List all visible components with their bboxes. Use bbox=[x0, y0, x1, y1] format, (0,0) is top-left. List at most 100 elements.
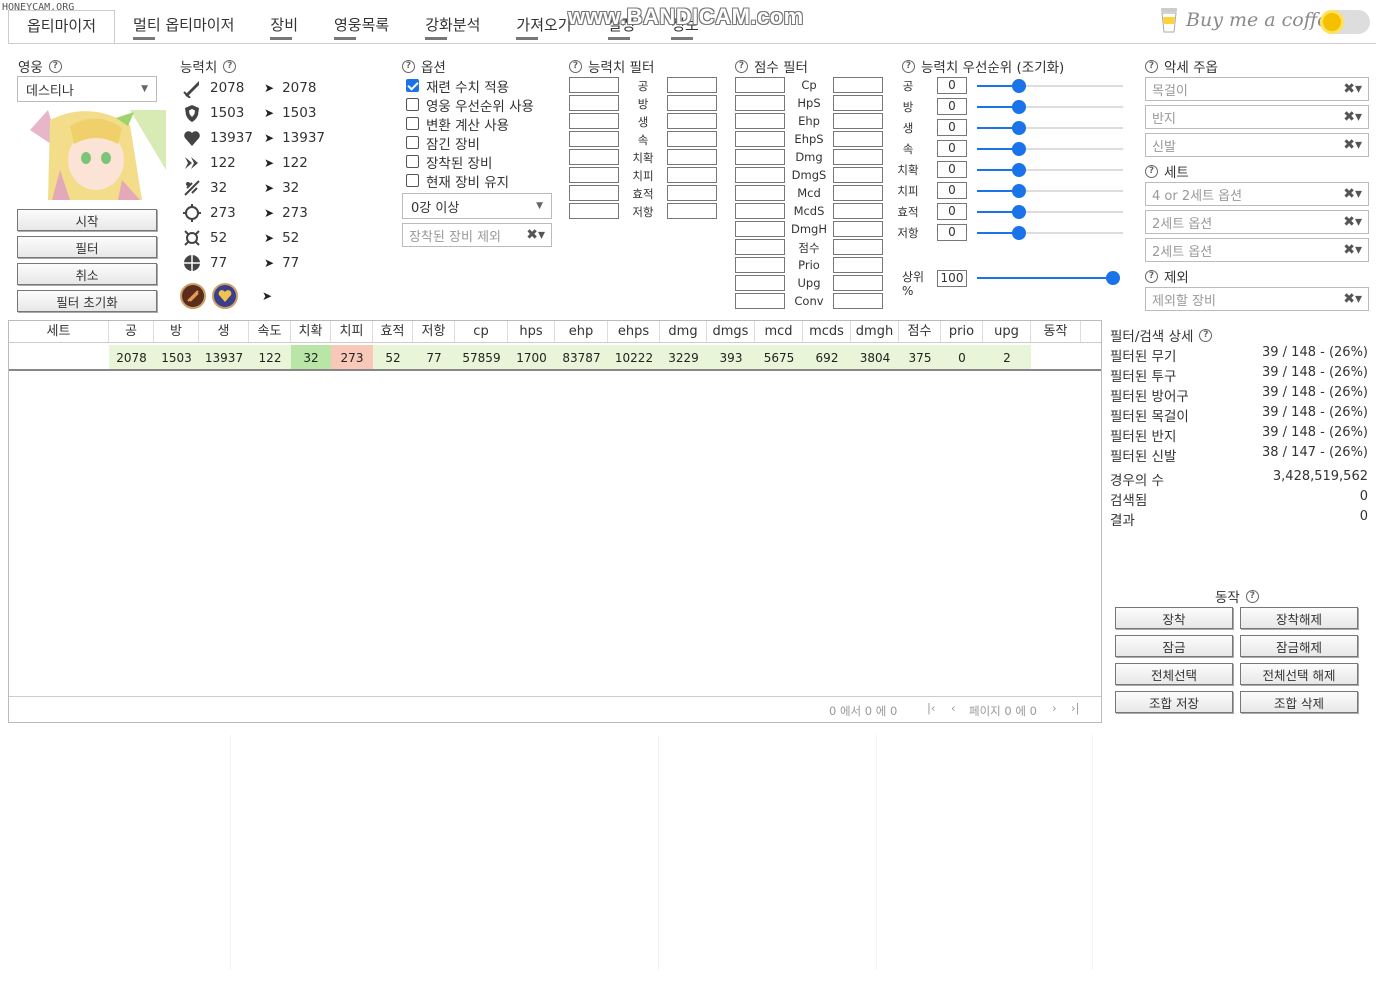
help-icon[interactable]: ? bbox=[735, 59, 748, 73]
column-header[interactable]: ehps bbox=[608, 321, 660, 342]
cancel-button[interactable]: 취소 bbox=[17, 263, 157, 285]
priority-input[interactable]: 0 bbox=[937, 77, 967, 94]
score-filter-max-input[interactable] bbox=[833, 221, 883, 237]
column-header[interactable]: 세트 bbox=[9, 321, 109, 342]
filter-button[interactable]: 필터 bbox=[17, 236, 157, 258]
score-filter-max-input[interactable] bbox=[833, 149, 883, 165]
option-reforge[interactable]: 재련 수치 적용 bbox=[406, 76, 534, 96]
column-header[interactable]: upg bbox=[983, 321, 1031, 342]
priority-input[interactable]: 0 bbox=[937, 203, 967, 220]
slider-handle[interactable] bbox=[1012, 100, 1026, 114]
delete-combo-button[interactable]: 조합 삭제 bbox=[1240, 691, 1358, 713]
option-keep-current[interactable]: 현재 장비 유지 bbox=[406, 171, 534, 191]
stat-filter-min-input[interactable] bbox=[569, 131, 619, 147]
priority-input[interactable]: 0 bbox=[937, 98, 967, 115]
score-filter-max-input[interactable] bbox=[833, 293, 883, 309]
stat-filter-max-input[interactable] bbox=[667, 77, 717, 93]
stat-filter-min-input[interactable] bbox=[569, 185, 619, 201]
exclusive-equipment-icon[interactable] bbox=[212, 283, 238, 309]
help-icon[interactable]: ? bbox=[402, 59, 415, 73]
score-filter-max-input[interactable] bbox=[833, 113, 883, 129]
score-filter-min-input[interactable] bbox=[735, 185, 785, 201]
theme-toggle[interactable] bbox=[1320, 10, 1370, 34]
clear-dropdown-icon[interactable]: ✖▾ bbox=[1343, 109, 1362, 125]
buy-me-a-coffee-link[interactable]: Buy me a coffee bbox=[1158, 6, 1340, 34]
unlock-button[interactable]: 잠금해제 bbox=[1240, 635, 1358, 657]
ring-select[interactable]: 반지 ✖▾ bbox=[1145, 105, 1369, 129]
clear-dropdown-icon[interactable]: ✖▾ bbox=[526, 227, 545, 243]
lock-button[interactable]: 잠금 bbox=[1115, 635, 1233, 657]
priority-slider[interactable] bbox=[977, 163, 1123, 177]
deselect-all-button[interactable]: 전체선택 해제 bbox=[1240, 663, 1358, 685]
tab-heroes[interactable]: 영웅목록 bbox=[316, 10, 407, 44]
stat-filter-min-input[interactable] bbox=[569, 149, 619, 165]
column-header[interactable]: hps bbox=[508, 321, 555, 342]
score-filter-min-input[interactable] bbox=[735, 239, 785, 255]
score-filter-min-input[interactable] bbox=[735, 275, 785, 291]
help-icon[interactable]: ? bbox=[1145, 269, 1158, 283]
column-header[interactable]: dmgh bbox=[851, 321, 899, 342]
column-header[interactable]: dmgs bbox=[707, 321, 755, 342]
stat-filter-max-input[interactable] bbox=[667, 113, 717, 129]
equip-button[interactable]: 장착 bbox=[1115, 607, 1233, 629]
column-header[interactable]: ehp bbox=[555, 321, 608, 342]
help-icon[interactable]: ? bbox=[569, 59, 582, 73]
save-combo-button[interactable]: 조합 저장 bbox=[1115, 691, 1233, 713]
checkbox[interactable] bbox=[406, 136, 419, 149]
artifact-icon[interactable] bbox=[180, 283, 206, 309]
score-filter-max-input[interactable] bbox=[833, 167, 883, 183]
column-header[interactable]: mcds bbox=[803, 321, 851, 342]
score-filter-max-input[interactable] bbox=[833, 95, 883, 111]
necklace-select[interactable]: 목걸이 ✖▾ bbox=[1145, 77, 1369, 101]
score-filter-min-input[interactable] bbox=[735, 113, 785, 129]
checkbox[interactable] bbox=[406, 117, 419, 130]
boots-select[interactable]: 신발 ✖▾ bbox=[1145, 133, 1369, 157]
start-button[interactable]: 시작 bbox=[17, 209, 157, 231]
select-all-button[interactable]: 전체선택 bbox=[1115, 663, 1233, 685]
table-row[interactable]: 2078 1503 13937 122 32 273 52 77 57859 1700 83787 1… bbox=[9, 345, 1101, 371]
score-filter-min-input[interactable] bbox=[735, 149, 785, 165]
priority-input[interactable]: 0 bbox=[937, 224, 967, 241]
help-icon[interactable]: ? bbox=[1245, 589, 1259, 603]
top-percent-input[interactable]: 100 bbox=[937, 270, 967, 287]
column-header[interactable]: 치확 bbox=[291, 321, 331, 342]
score-filter-min-input[interactable] bbox=[735, 95, 785, 111]
next-page-icon[interactable]: › bbox=[1052, 701, 1057, 715]
score-filter-max-input[interactable] bbox=[833, 203, 883, 219]
stat-filter-max-input[interactable] bbox=[667, 131, 717, 147]
score-filter-min-input[interactable] bbox=[735, 77, 785, 93]
clear-dropdown-icon[interactable]: ✖▾ bbox=[1343, 186, 1362, 202]
slider-handle[interactable] bbox=[1012, 226, 1026, 240]
help-icon[interactable]: ? bbox=[1145, 59, 1158, 73]
score-filter-min-input[interactable] bbox=[735, 131, 785, 147]
stat-filter-min-input[interactable] bbox=[569, 113, 619, 129]
score-filter-min-input[interactable] bbox=[735, 203, 785, 219]
clear-dropdown-icon[interactable]: ✖▾ bbox=[1343, 242, 1362, 258]
slider-handle[interactable] bbox=[1012, 142, 1026, 156]
priority-slider[interactable] bbox=[977, 184, 1123, 198]
help-icon[interactable]: ? bbox=[48, 59, 62, 73]
score-filter-max-input[interactable] bbox=[833, 131, 883, 147]
column-header[interactable]: 치피 bbox=[331, 321, 373, 342]
stat-filter-max-input[interactable] bbox=[667, 203, 717, 219]
enhance-level-select[interactable]: 0강 이상 ▼ bbox=[402, 193, 552, 219]
set-select-3[interactable]: 2세트 옵션 ✖▾ bbox=[1145, 238, 1369, 262]
priority-input[interactable]: 0 bbox=[937, 161, 967, 178]
reset-filter-button[interactable]: 필터 초기화 bbox=[17, 290, 157, 312]
column-header[interactable]: cp bbox=[455, 321, 508, 342]
option-locked-items[interactable]: 잠긴 장비 bbox=[406, 133, 534, 153]
score-filter-max-input[interactable] bbox=[833, 77, 883, 93]
column-header[interactable]: 동작 bbox=[1031, 321, 1081, 342]
tab-optimizer[interactable]: 옵티마이저 bbox=[8, 10, 116, 44]
stat-filter-min-input[interactable] bbox=[569, 203, 619, 219]
clear-dropdown-icon[interactable]: ✖▾ bbox=[1343, 214, 1362, 230]
score-filter-max-input[interactable] bbox=[833, 185, 883, 201]
help-icon[interactable]: ? bbox=[902, 59, 915, 73]
stat-filter-max-input[interactable] bbox=[667, 149, 717, 165]
score-filter-min-input[interactable] bbox=[735, 221, 785, 237]
help-icon[interactable]: ? bbox=[223, 59, 237, 73]
column-header[interactable]: prio bbox=[941, 321, 983, 342]
stat-filter-max-input[interactable] bbox=[667, 95, 717, 111]
stat-filter-min-input[interactable] bbox=[569, 167, 619, 183]
prev-page-icon[interactable]: ‹ bbox=[951, 701, 956, 715]
